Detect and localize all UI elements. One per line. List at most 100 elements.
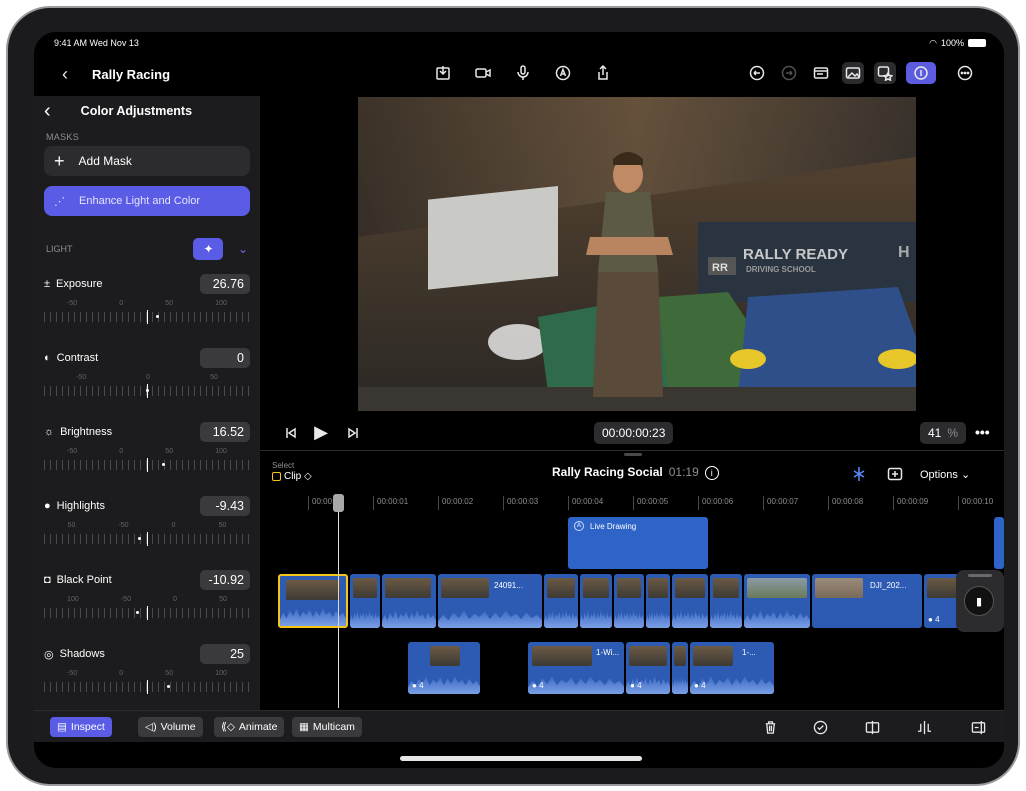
storyline-clip[interactable]: [672, 574, 708, 628]
slider-tick-label: 50: [165, 300, 174, 307]
param-value-field[interactable]: -10.92: [200, 570, 250, 590]
info-icon[interactable]: i: [704, 466, 719, 480]
connected-clip[interactable]: [672, 642, 688, 694]
delete-button[interactable]: [760, 717, 780, 737]
param-slider[interactable]: -50 0 50 100: [44, 300, 250, 330]
slider-scale: -50 0 50 100: [44, 300, 250, 307]
storyline-clip[interactable]: [350, 574, 380, 628]
add-mask-label: Add Mask: [78, 154, 132, 168]
audio-waveform: [580, 610, 612, 628]
storyline-clip[interactable]: [646, 574, 670, 628]
chevron-down-icon[interactable]: ⌄: [238, 242, 248, 256]
connected-clip[interactable]: ● 4: [408, 642, 480, 694]
split-button[interactable]: [862, 717, 882, 737]
slider-tick-label: 100: [215, 300, 227, 307]
share-button[interactable]: [592, 62, 614, 84]
playhead-line[interactable]: [338, 494, 339, 708]
slider-thumb[interactable]: [146, 389, 149, 392]
options-menu-button[interactable]: Options ⌄: [920, 468, 970, 481]
param-icon: ●: [44, 500, 51, 512]
storyline-clip-dji[interactable]: DJI_202...: [812, 574, 922, 628]
storyline-clip[interactable]: [744, 574, 810, 628]
param-value-field[interactable]: 25: [200, 644, 250, 664]
multicam-button[interactable]: ▦ Multicam: [292, 717, 362, 737]
enhance-light-color-button[interactable]: ⋰ Enhance Light and Color: [44, 186, 250, 216]
slider-center-marker: [147, 680, 148, 694]
snapping-button[interactable]: [848, 463, 870, 485]
add-mask-button[interactable]: + Add Mask: [44, 146, 250, 176]
param-slider[interactable]: 50 -50 0 50: [44, 522, 250, 552]
jog-wheel[interactable]: ▮: [956, 570, 1004, 632]
viewer-more-button[interactable]: •••: [975, 424, 990, 440]
param-value-field[interactable]: 26.76: [200, 274, 250, 294]
import-button[interactable]: [432, 62, 454, 84]
viewer-layout-button[interactable]: [810, 62, 832, 84]
connected-clip[interactable]: ● 4: [626, 642, 670, 694]
more-button[interactable]: [954, 62, 976, 84]
param-icon: ◘: [44, 574, 51, 586]
volume-button[interactable]: ◁) Volume: [138, 717, 203, 737]
effects-button[interactable]: [874, 62, 896, 84]
clip-thumbnail: [353, 578, 377, 598]
confirm-button[interactable]: [810, 717, 830, 737]
camera-icon: [475, 68, 491, 78]
ruler-tick: 00:00:05: [633, 496, 668, 510]
inspect-button[interactable]: ▤ Inspect: [50, 717, 112, 737]
storyline-clip[interactable]: [710, 574, 742, 628]
param-value-field[interactable]: 0: [200, 348, 250, 368]
slider-thumb[interactable]: [166, 685, 170, 688]
timeline-view-button[interactable]: [884, 463, 906, 485]
param-slider[interactable]: 100 -50 0 50: [44, 596, 250, 626]
inspector-back-button[interactable]: ‹: [44, 100, 51, 123]
video-viewer[interactable]: RALLY READY DRIVING SCHOOL RR H: [358, 97, 916, 411]
storyline-clip[interactable]: [544, 574, 578, 628]
live-drawing-title-clip[interactable]: A Live Drawing: [568, 517, 708, 569]
zoom-level[interactable]: 41%: [920, 422, 967, 444]
skip-forward-button[interactable]: [342, 422, 364, 444]
param-slider[interactable]: -50 0 50: [44, 374, 250, 404]
play-button[interactable]: ▶: [310, 421, 332, 443]
trim-end-button[interactable]: [968, 717, 988, 737]
param-value-field[interactable]: -9.43: [200, 496, 250, 516]
param-slider[interactable]: -50 0 50 100: [44, 448, 250, 478]
auto-light-button[interactable]: ✦: [193, 238, 224, 260]
undo-button[interactable]: [746, 62, 768, 84]
top-toolbar: ‹ Rally Racing: [34, 58, 1004, 90]
skip-back-icon: [286, 427, 296, 439]
camera-button[interactable]: [472, 62, 494, 84]
storyline-clip[interactable]: [580, 574, 612, 628]
connected-clip[interactable]: 1-Wi... ● 4: [528, 642, 624, 694]
playhead-handle[interactable]: [333, 494, 344, 512]
param-value-field[interactable]: 16.52: [200, 422, 250, 442]
timeline-ruler[interactable]: 00:00:00 00:00:01 00:00:02 00:00:03 00:00:04…: [260, 494, 1004, 512]
voiceover-button[interactable]: [512, 62, 534, 84]
drag-handle[interactable]: [624, 453, 642, 456]
jog-dial[interactable]: ▮: [964, 586, 994, 616]
skip-back-button[interactable]: [280, 422, 302, 444]
home-indicator: [400, 756, 642, 761]
right-edge-title-clip[interactable]: [994, 517, 1004, 569]
storyline-clip[interactable]: [382, 574, 436, 628]
animate-button[interactable]: ⟪◇ Animate: [214, 717, 285, 737]
storyline-clip[interactable]: [614, 574, 644, 628]
select-mode-picker[interactable]: Clip ◇: [272, 471, 312, 482]
back-button[interactable]: ‹: [54, 63, 76, 85]
status-battery: ◠ 100%: [929, 38, 986, 49]
redo-button[interactable]: [778, 62, 800, 84]
speaker-icon: ◁): [145, 721, 157, 733]
timeline-tracks[interactable]: A Live Drawing 24091... DJI_202... ● 4 ●…: [260, 512, 1004, 708]
titles-button[interactable]: [552, 62, 574, 84]
slider-tick-label: 100: [67, 596, 79, 603]
clip-thumbnail: [675, 578, 705, 598]
clip-thumbnail: [713, 578, 739, 598]
browser-button[interactable]: [842, 62, 864, 84]
connected-clip[interactable]: 1-... ● 4: [690, 642, 774, 694]
photo-icon: [845, 67, 861, 79]
slider-thumb[interactable]: [137, 537, 141, 540]
inspector-toggle-button[interactable]: [906, 62, 936, 84]
storyline-clip-24091[interactable]: 24091...: [438, 574, 542, 628]
trim-start-button[interactable]: [914, 717, 934, 737]
slider-thumb[interactable]: [135, 611, 139, 614]
param-slider[interactable]: -50 0 50 100: [44, 670, 250, 700]
clip-thumbnail: [648, 578, 668, 598]
